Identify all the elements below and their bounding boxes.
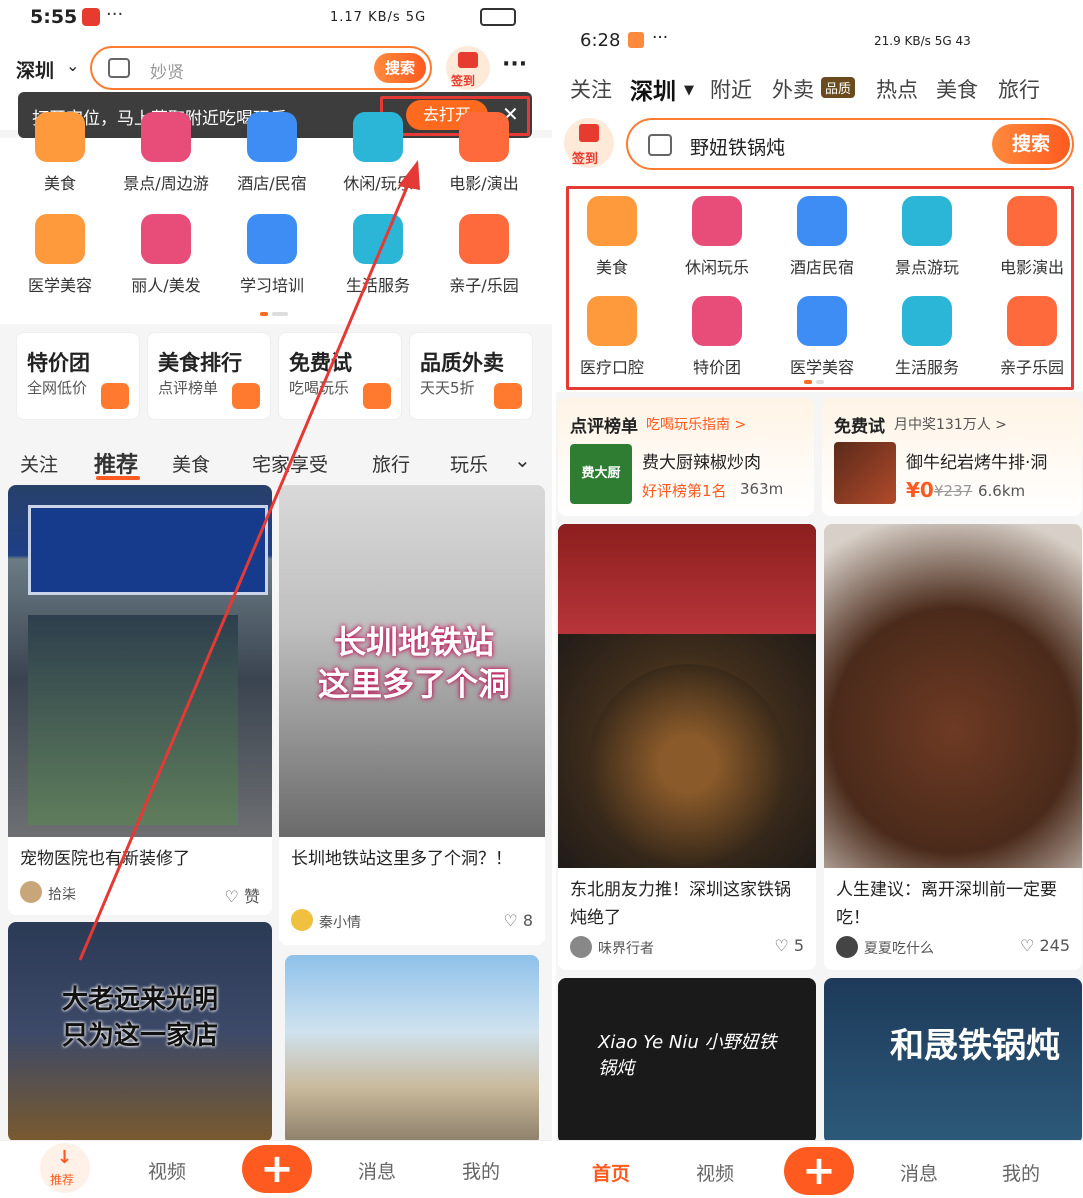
card-overlay-text: Xiao Ye Niu 小野妞铁锅炖 xyxy=(598,1032,777,1079)
publish-button[interactable]: + xyxy=(784,1147,854,1195)
tab-video[interactable]: 视频 xyxy=(148,1157,186,1184)
free-orig-price: ¥237 xyxy=(934,482,973,500)
signin-label: 签到 xyxy=(572,152,599,167)
top-tab[interactable]: 附近 xyxy=(710,74,752,104)
top-tab[interactable]: 深圳 xyxy=(630,72,676,106)
free-price: ¥0 xyxy=(906,478,934,502)
like-count[interactable]: ♡ 245 xyxy=(1020,936,1070,955)
home-arrow-icon: ↓ xyxy=(57,1147,73,1168)
scan-icon[interactable] xyxy=(648,134,672,156)
card-title: 人生建议：离开深圳前一定要吃！ xyxy=(836,880,1057,928)
tab-mine[interactable]: 我的 xyxy=(1002,1159,1040,1186)
free-image xyxy=(834,442,896,504)
card-title: 东北朋友力推！深圳这家铁锅炖绝了 xyxy=(570,880,791,928)
feed-card[interactable]: Xiao Ye Niu 小野妞铁锅炖 xyxy=(558,978,816,1144)
top-tab[interactable]: 旅行 xyxy=(998,74,1040,104)
top-tab[interactable]: 关注 xyxy=(570,74,612,104)
tab-messages[interactable]: 消息 xyxy=(900,1159,938,1186)
heart-icon: ♡ xyxy=(774,936,789,955)
rank-distance: 363m xyxy=(740,480,784,498)
app-notification-icon xyxy=(628,32,644,48)
top-tab[interactable]: 美食 xyxy=(936,74,978,104)
search-button[interactable]: 搜索 xyxy=(992,124,1070,164)
status-time: 6:28 xyxy=(580,30,621,51)
free-subtitle: 月中奖131万人 > xyxy=(894,417,1007,433)
free-shop: 御牛纪岩烤牛排·洞 xyxy=(906,453,1048,473)
like-label: 5 xyxy=(793,936,804,955)
tab-mine[interactable]: 我的 xyxy=(462,1157,500,1184)
more-notifications-icon: ··· xyxy=(652,28,669,48)
annotation-arrow xyxy=(78,160,420,961)
tab-home-label: 推荐 xyxy=(50,1173,75,1187)
avatar xyxy=(570,936,592,958)
tab-home[interactable]: ↓ 推荐 xyxy=(40,1143,90,1193)
gift-icon xyxy=(579,124,599,142)
rank-subtitle: 吃喝玩乐指南 > xyxy=(646,417,747,433)
dropdown-icon[interactable]: ▼ xyxy=(684,83,694,98)
tab-messages[interactable]: 消息 xyxy=(358,1157,396,1184)
rank-logo: 费大厨 xyxy=(570,444,632,504)
rank-card[interactable]: 点评榜单 吃喝玩乐指南 > 费大厨 费大厨辣椒炒肉 好评榜第1名 363m xyxy=(558,398,814,516)
avatar xyxy=(836,936,858,958)
bottom-nav: ↓ 推荐 视频 + 消息 我的 xyxy=(0,1140,552,1198)
rank-title: 点评榜单 xyxy=(570,417,638,437)
card-author: 味界行者 xyxy=(598,941,654,957)
right-screenshot: 6:28 ··· 21.9 KB/s 5G 43 关注 深圳 附近 外卖 热点 美食 旅行 … xyxy=(556,0,1083,1198)
feed-card[interactable]: 东北朋友力推！深圳这家铁锅炖绝了 味界行者 ♡ 5 xyxy=(558,524,816,970)
free-trial-card[interactable]: 免费试 月中奖131万人 > 御牛纪岩烤牛排·洞 ¥0 ¥237 6.6km xyxy=(822,398,1082,516)
card-image xyxy=(558,524,816,868)
search-input[interactable]: 野妞铁锅炖 xyxy=(690,133,785,160)
rank-tag: 好评榜第1名 xyxy=(642,482,727,500)
hot-pot xyxy=(588,664,788,864)
card-overlay-text: 和晟铁锅炖 xyxy=(890,1026,1060,1066)
search-bar[interactable]: 野妞铁锅炖 搜索 xyxy=(626,118,1074,170)
like-label: 245 xyxy=(1039,936,1070,955)
like-count[interactable]: ♡ 5 xyxy=(774,936,804,955)
feed-card[interactable]: 人生建议：离开深圳前一定要吃！ 夏夏吃什么 ♡ 245 xyxy=(824,524,1082,970)
waimai-badge: 品质 xyxy=(821,77,856,98)
publish-button[interactable]: + xyxy=(242,1145,312,1193)
left-screenshot: 5:55 ··· 1.17 KB/s 5G 深圳 ⌄ 妙贤 搜索 签到 ··· … xyxy=(0,0,552,1198)
highlight-box-categories xyxy=(566,186,1074,390)
free-title: 免费试 xyxy=(834,417,885,437)
bottom-nav: 首页 视频 + 消息 我的 xyxy=(556,1140,1083,1198)
tablecloth xyxy=(558,524,816,634)
tab-home[interactable]: 首页 xyxy=(592,1159,630,1186)
feed-card[interactable]: 和晟铁锅炖 xyxy=(824,978,1082,1144)
free-distance: 6.6km xyxy=(978,482,1026,500)
status-indicators: 21.9 KB/s 5G 43 xyxy=(874,34,971,48)
top-tab[interactable]: 热点 xyxy=(876,74,918,104)
card-image xyxy=(824,524,1082,868)
top-tab[interactable]: 外卖 xyxy=(772,74,814,104)
heart-icon: ♡ xyxy=(1020,936,1035,955)
tab-video[interactable]: 视频 xyxy=(696,1159,734,1186)
signin-button[interactable]: 签到 xyxy=(564,118,614,168)
rank-shop: 费大厨辣椒炒肉 xyxy=(642,453,761,473)
card-author: 夏夏吃什么 xyxy=(864,941,934,957)
